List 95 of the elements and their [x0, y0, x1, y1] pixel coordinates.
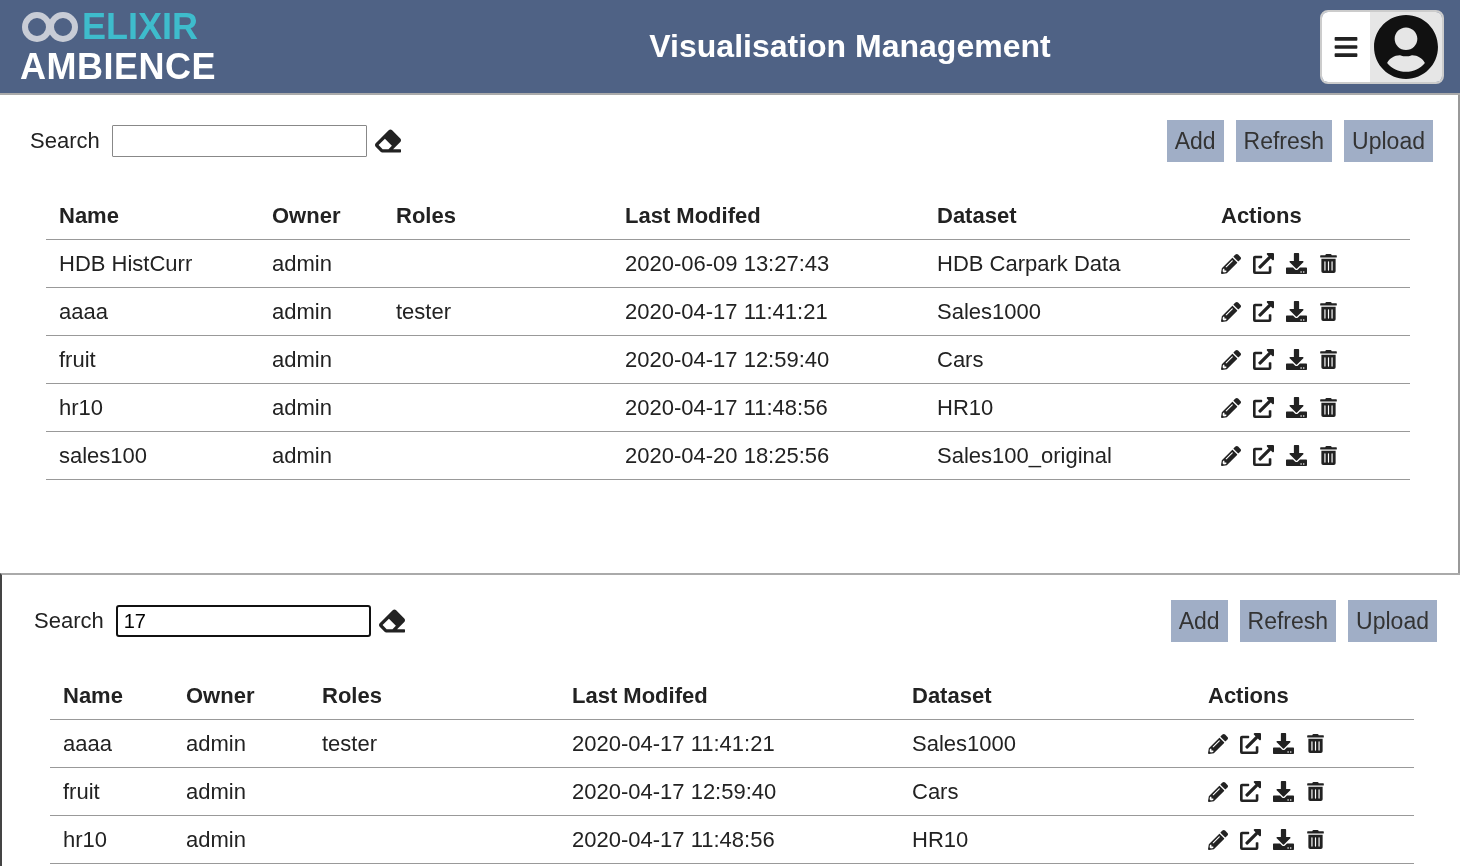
table-cell: sales100: [46, 431, 259, 480]
trash-icon[interactable]: [1319, 350, 1338, 369]
column-header: Actions: [1208, 193, 1410, 240]
user-avatar-button[interactable]: [1370, 11, 1442, 82]
trash-icon[interactable]: [1306, 830, 1325, 849]
table-cell: fruit: [50, 767, 173, 816]
external-link-icon[interactable]: [1253, 349, 1274, 370]
table-cell: aaaa: [46, 287, 259, 336]
trash-icon[interactable]: [1306, 782, 1325, 801]
table-cell: tester: [383, 287, 612, 336]
table-cell: admin: [259, 287, 383, 336]
table-cell: hr10: [50, 815, 173, 864]
table-cell: 2020-04-17 12:59:40: [559, 767, 899, 816]
table-cell: tester: [309, 719, 559, 768]
avatar-icon: [1373, 13, 1439, 80]
external-link-icon[interactable]: [1240, 781, 1261, 802]
download-icon[interactable]: [1286, 301, 1307, 322]
table-cell: HR10: [924, 383, 1208, 432]
table-cell: 2020-06-09 13:27:43: [612, 239, 924, 288]
column-header: Name: [46, 193, 259, 240]
download-icon[interactable]: [1273, 733, 1294, 754]
column-header: Name: [50, 673, 173, 720]
toolbar-button[interactable]: Refresh: [1235, 120, 1333, 162]
table-cell: HDB Carpark Data: [924, 239, 1208, 288]
table-cell: Cars: [899, 767, 1195, 816]
search-field[interactable]: 17: [115, 605, 371, 637]
menu-button[interactable]: [1322, 11, 1370, 82]
column-header: Actions: [1195, 673, 1414, 720]
external-link-icon[interactable]: [1253, 445, 1274, 466]
table-cell: Sales1000: [899, 719, 1195, 768]
table-cell: Sales100_original: [924, 431, 1208, 480]
trash-icon[interactable]: [1319, 254, 1338, 273]
column-header: Dataset: [924, 193, 1208, 240]
edit-icon[interactable]: [1221, 349, 1241, 370]
download-icon[interactable]: [1286, 349, 1307, 370]
toolbar-button[interactable]: Refresh: [1239, 600, 1337, 642]
table-cell: admin: [259, 239, 383, 288]
edit-icon[interactable]: [1221, 397, 1241, 418]
logo-text: AMBIENCE: [20, 46, 217, 87]
column-header: Dataset: [899, 673, 1195, 720]
toolbar-button[interactable]: Add: [1166, 120, 1224, 162]
logo-icon: [20, 9, 80, 44]
search-label: Search: [34, 608, 104, 634]
table-cell: admin: [259, 383, 383, 432]
edit-icon[interactable]: [1208, 781, 1228, 802]
trash-icon[interactable]: [1319, 302, 1338, 321]
table-cell: HDB HistCurr: [46, 239, 259, 288]
search-field[interactable]: [111, 125, 367, 157]
trash-icon[interactable]: [1319, 398, 1338, 417]
table-cell: 2020-04-20 18:25:56: [612, 431, 924, 480]
external-link-icon[interactable]: [1240, 733, 1261, 754]
toolbar-button[interactable]: Add: [1170, 600, 1228, 642]
edit-icon[interactable]: [1208, 733, 1228, 754]
table-cell: admin: [173, 815, 309, 864]
download-icon[interactable]: [1286, 445, 1307, 466]
column-header: Roles: [383, 193, 612, 240]
column-header: Last Modifed: [612, 193, 924, 240]
download-icon[interactable]: [1286, 253, 1307, 274]
column-header: Owner: [259, 193, 383, 240]
table-cell: Cars: [924, 335, 1208, 384]
edit-icon[interactable]: [1221, 253, 1241, 274]
toolbar-button[interactable]: Upload: [1348, 600, 1437, 642]
trash-icon[interactable]: [1319, 446, 1338, 465]
table-cell: 2020-04-17 11:41:21: [612, 287, 924, 336]
logo-text: ELIXIR: [82, 6, 198, 47]
table-cell: Sales1000: [924, 287, 1208, 336]
edit-icon[interactable]: [1208, 829, 1228, 850]
table-cell: fruit: [46, 335, 259, 384]
trash-icon[interactable]: [1306, 734, 1325, 753]
table-cell: 2020-04-17 11:41:21: [559, 719, 899, 768]
table-cell: hr10: [46, 383, 259, 432]
external-link-icon[interactable]: [1253, 301, 1274, 322]
page-title: Visualisation Management: [648, 28, 1052, 65]
edit-icon[interactable]: [1221, 301, 1241, 322]
edit-icon[interactable]: [1221, 445, 1241, 466]
external-link-icon[interactable]: [1253, 253, 1274, 274]
download-icon[interactable]: [1286, 397, 1307, 418]
column-header: Last Modifed: [559, 673, 899, 720]
table-cell: 2020-04-17 12:59:40: [612, 335, 924, 384]
table-cell: HR10: [899, 815, 1195, 864]
download-icon[interactable]: [1273, 829, 1294, 850]
table-cell: admin: [259, 431, 383, 480]
table-cell: 2020-04-17 11:48:56: [612, 383, 924, 432]
column-header: Owner: [173, 673, 309, 720]
toolbar-button[interactable]: Upload: [1344, 120, 1433, 162]
download-icon[interactable]: [1273, 781, 1294, 802]
table-cell: 2020-04-17 11:48:56: [559, 815, 899, 864]
table-cell: aaaa: [50, 719, 173, 768]
external-link-icon[interactable]: [1253, 397, 1274, 418]
search-label: Search: [30, 128, 100, 154]
table-cell: admin: [259, 335, 383, 384]
external-link-icon[interactable]: [1240, 829, 1261, 850]
table-cell: admin: [173, 767, 309, 816]
table-cell: admin: [173, 719, 309, 768]
column-header: Roles: [309, 673, 559, 720]
